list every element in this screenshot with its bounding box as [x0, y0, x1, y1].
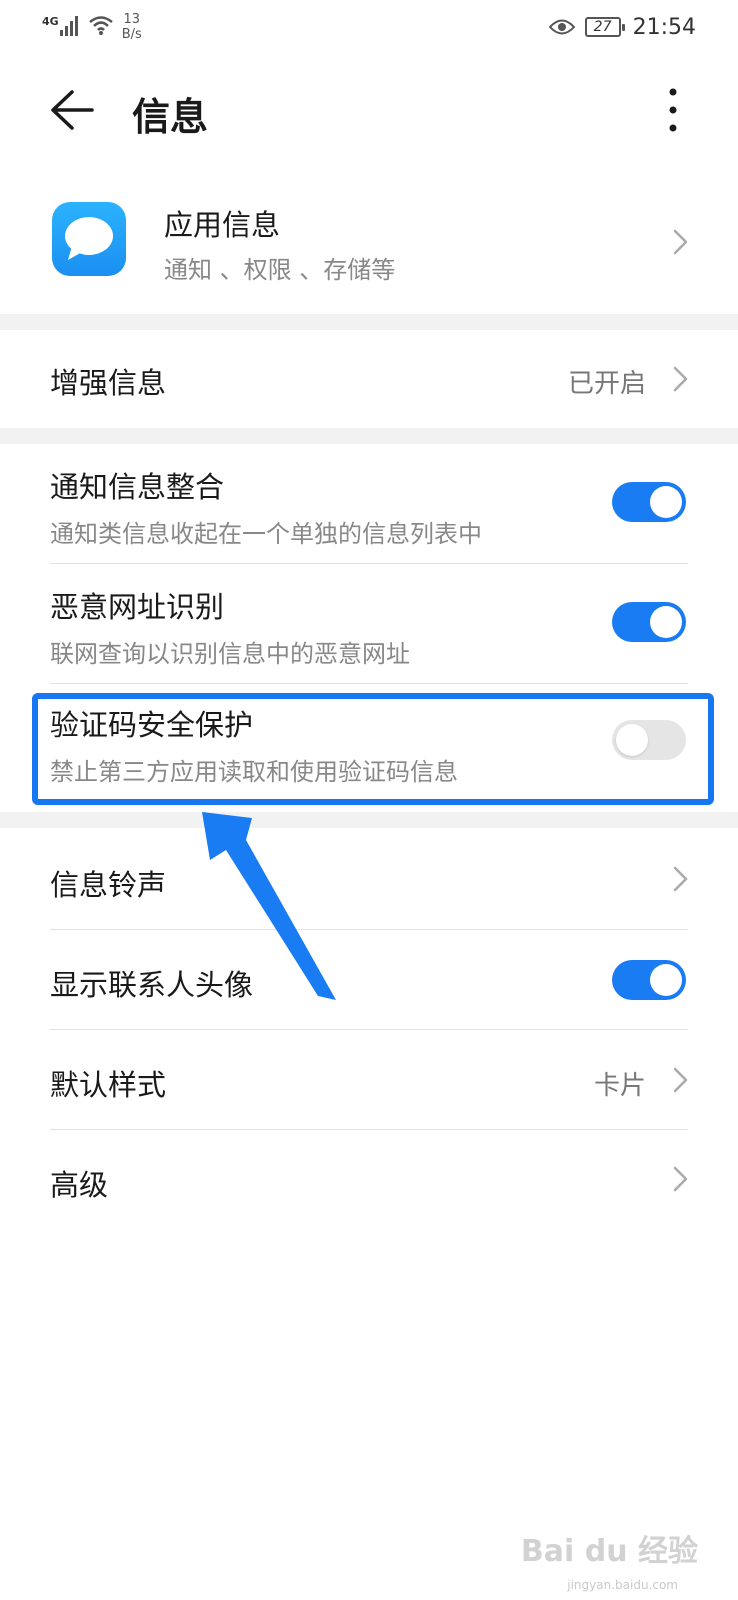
- notify-merge-row: 通知信息整合 通知类信息收起在一个单独的信息列表中: [0, 444, 738, 564]
- code-protect-toggle[interactable]: [612, 720, 686, 760]
- app-bar: 信息: [0, 60, 738, 160]
- more-vertical-icon: [669, 88, 677, 132]
- notify-merge-label: 通知信息整合: [50, 470, 225, 504]
- app-info-row[interactable]: 应用信息 通知 、权限 、存储等: [0, 172, 738, 314]
- chat-bubble-icon: [65, 217, 113, 260]
- baidu-watermark: Bai du 经验: [520, 1534, 698, 1569]
- toggle-knob: [650, 606, 682, 638]
- default-style-label: 默认样式: [50, 1068, 167, 1102]
- enhanced-info-label: 增强信息: [50, 366, 167, 400]
- default-style-row[interactable]: 默认样式 卡片: [0, 1030, 738, 1130]
- wifi-icon: [88, 16, 113, 35]
- page-title: 信息: [132, 95, 209, 139]
- chevron-right-icon: [673, 1166, 688, 1192]
- malicious-url-toggle[interactable]: [612, 602, 686, 642]
- toggle-knob: [650, 964, 682, 996]
- toggle-knob: [616, 724, 648, 756]
- status-right: 27 21:54: [548, 12, 696, 42]
- app-info-subtitle: 通知 、权限 、存储等: [164, 256, 396, 284]
- speed-unit: B/s: [121, 27, 142, 42]
- status-bar: 4G 13 B/s 27 21:54: [0, 0, 738, 56]
- enhanced-info-status: 已开启: [567, 369, 646, 399]
- ringtone-row[interactable]: 信息铃声: [0, 828, 738, 930]
- section-gap: [0, 314, 738, 330]
- code-protect-row: 验证码安全保护 禁止第三方应用读取和使用验证码信息: [0, 684, 738, 812]
- watermark-url: jingyan.baidu.com: [567, 1578, 678, 1592]
- messages-app-icon: [52, 202, 126, 276]
- back-arrow-icon: [51, 90, 94, 130]
- malicious-url-label: 恶意网址识别: [50, 590, 225, 624]
- signal-icon: [59, 14, 80, 36]
- chevron-right-icon: [673, 229, 688, 255]
- network-type: 4G: [42, 15, 59, 28]
- chevron-right-icon: [673, 866, 688, 892]
- toggle-knob: [650, 486, 682, 518]
- eye-icon: [548, 19, 575, 35]
- more-options-button[interactable]: [658, 84, 688, 136]
- app-info-title: 应用信息: [164, 208, 281, 242]
- notify-merge-subtitle: 通知类信息收起在一个单独的信息列表中: [50, 520, 482, 548]
- clock: 21:54: [632, 14, 696, 40]
- network-speed: 13 B/s: [122, 12, 142, 42]
- contact-avatar-row: 显示联系人头像: [0, 930, 738, 1030]
- speed-value: 13: [123, 12, 140, 27]
- chevron-right-icon: [673, 1067, 688, 1093]
- code-protect-subtitle: 禁止第三方应用读取和使用验证码信息: [50, 758, 458, 786]
- section-gap: [0, 428, 738, 444]
- malicious-url-subtitle: 联网查询以识别信息中的恶意网址: [50, 640, 410, 668]
- contact-avatar-label: 显示联系人头像: [50, 968, 254, 1002]
- notify-merge-toggle[interactable]: [612, 482, 686, 522]
- default-style-value: 卡片: [593, 1071, 646, 1101]
- contact-avatar-toggle[interactable]: [612, 960, 686, 1000]
- chevron-right-icon: [673, 366, 688, 392]
- battery-icon: 27: [584, 17, 625, 37]
- ringtone-label: 信息铃声: [50, 868, 167, 902]
- back-button[interactable]: [44, 84, 100, 136]
- malicious-url-row: 恶意网址识别 联网查询以识别信息中的恶意网址: [0, 564, 738, 684]
- enhanced-info-row[interactable]: 增强信息 已开启: [0, 330, 738, 428]
- status-left: 4G 13 B/s: [42, 12, 142, 42]
- advanced-row[interactable]: 高级: [0, 1130, 738, 1230]
- section-gap: [0, 812, 738, 828]
- code-protect-label: 验证码安全保护: [50, 708, 254, 742]
- advanced-label: 高级: [50, 1168, 109, 1202]
